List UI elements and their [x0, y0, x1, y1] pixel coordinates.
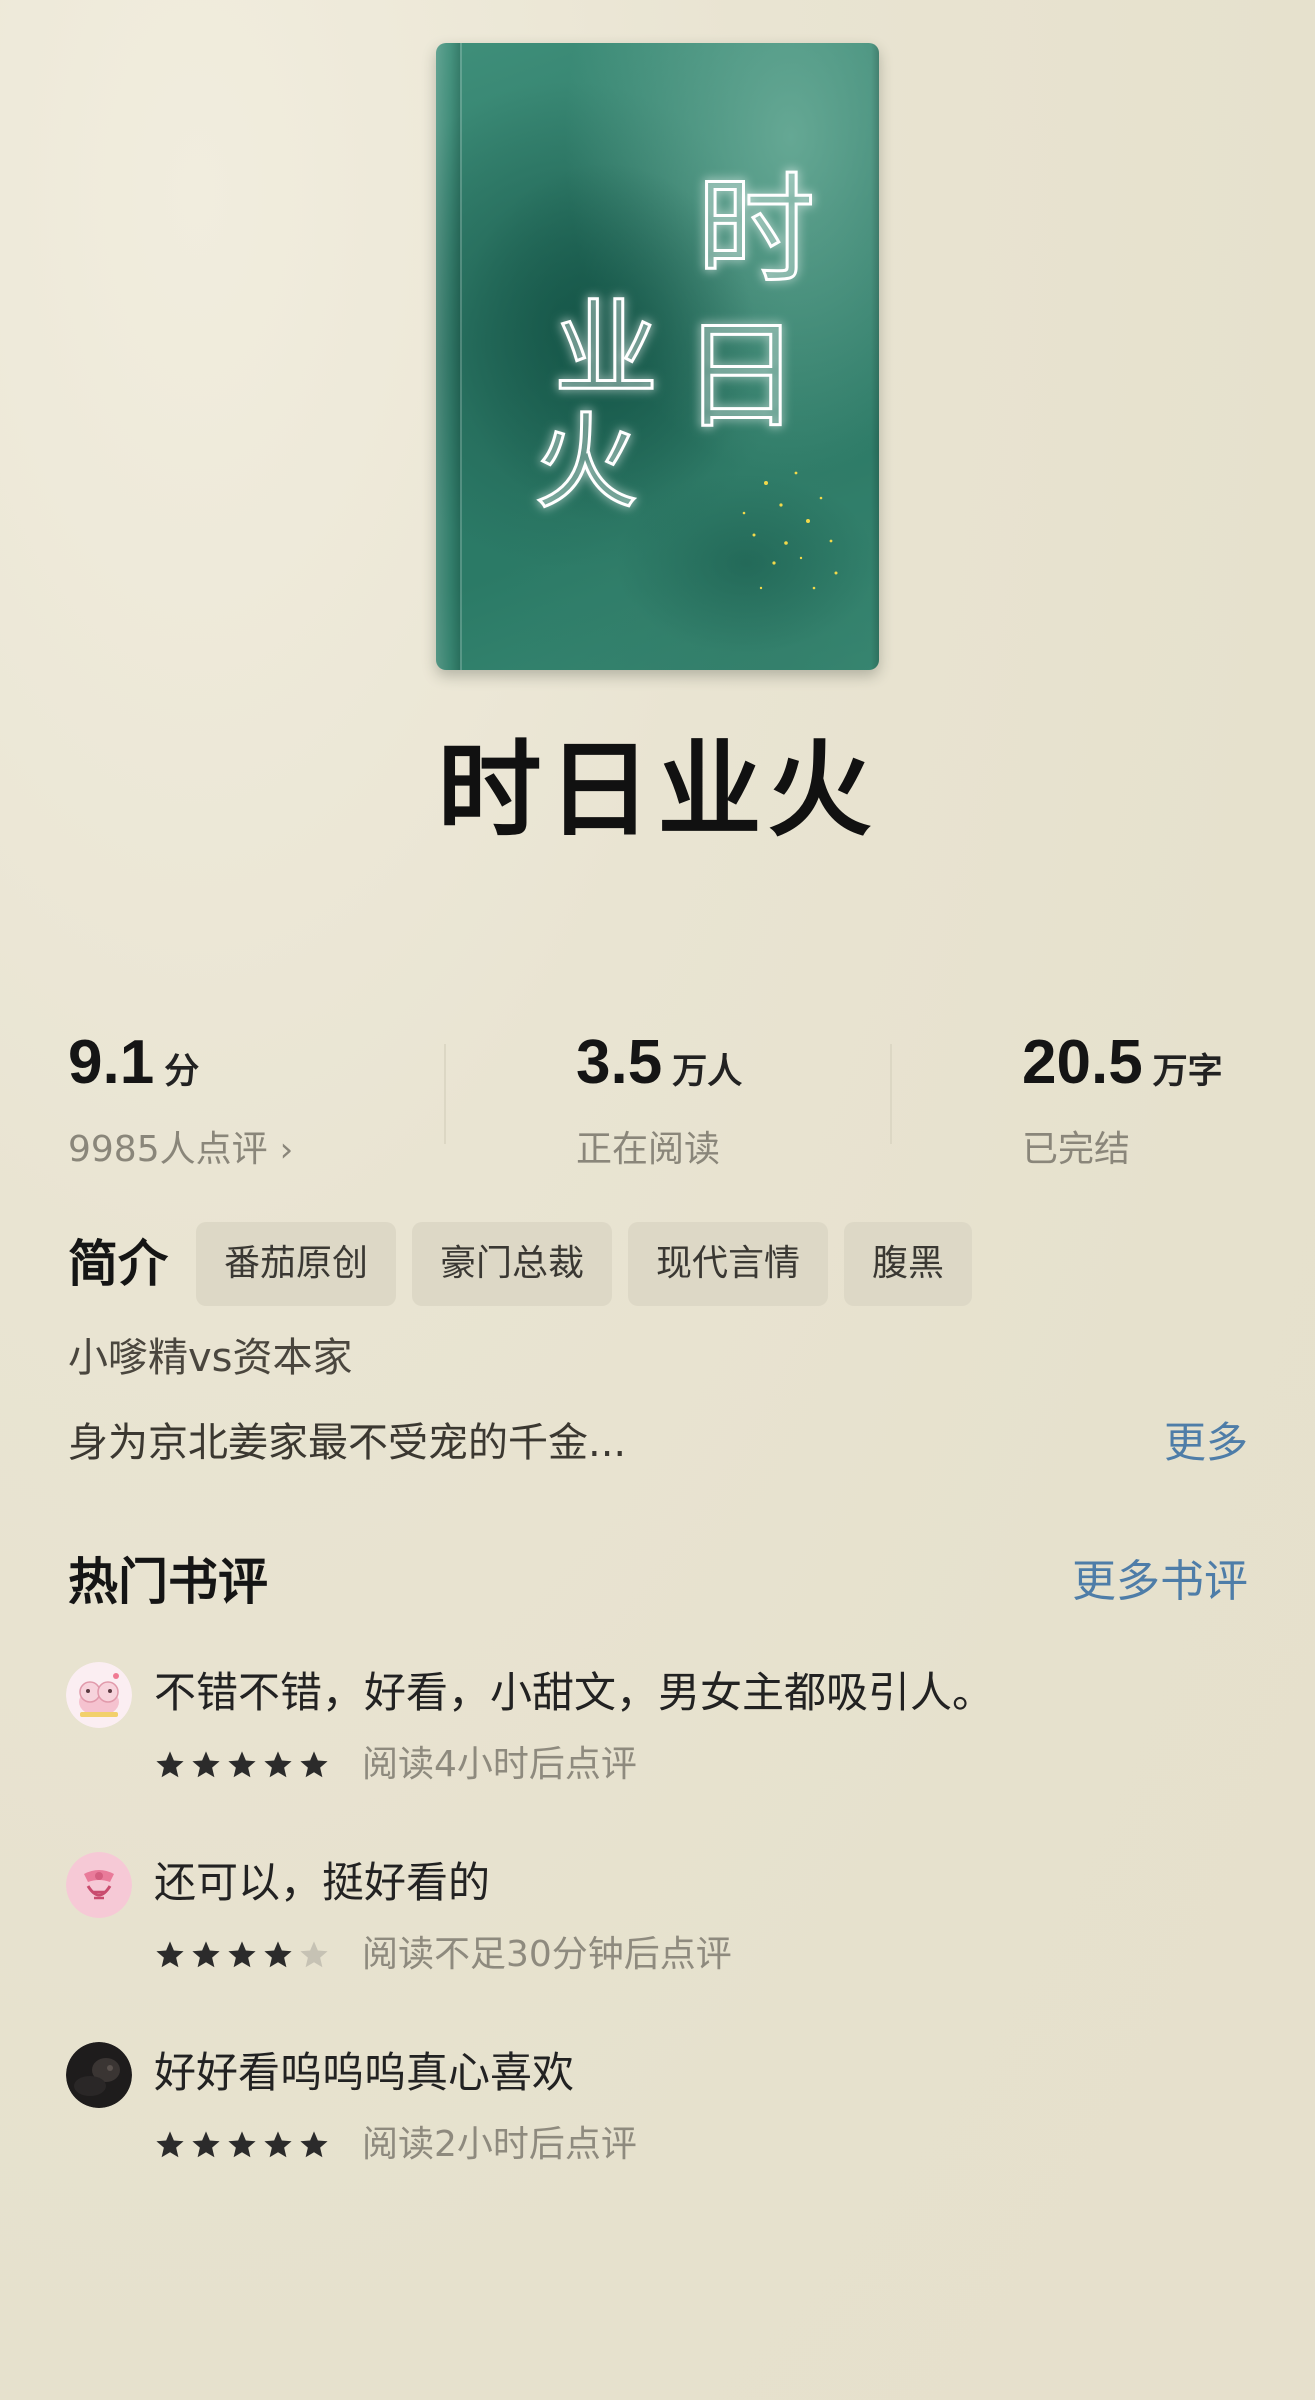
review-time: 阅读2小时后点评: [362, 2124, 637, 2165]
chevron-right-icon: ›: [279, 1130, 294, 1170]
star-filled-icon: [156, 1941, 184, 1968]
rating-stars: [154, 2129, 334, 2161]
book-detail-page: 时 日 业 火 时日业火 9.1分 9985人点评 › 3.5万人 正在阅读: [0, 0, 1315, 2400]
review-meta: 阅读不足30分钟后点评: [154, 1932, 732, 1978]
tag-chip[interactable]: 番茄原创: [196, 1222, 397, 1306]
readers-label: 正在阅读: [576, 1129, 721, 1170]
star-filled-icon: [264, 1941, 292, 1968]
stats-bar: 9.1 分 9985人点评 › 3.5 万人 正在阅读 20.5 万字 已完结: [68, 1022, 1248, 1174]
star-filled-icon: [228, 1941, 256, 1968]
pink-bow-avatar-icon: [66, 1852, 132, 1918]
cover-glyph: 日: [682, 307, 800, 445]
star-filled-icon: [192, 2131, 220, 2158]
stats-divider: [890, 1044, 892, 1144]
pink-cartoon-avatar-icon: [66, 1662, 132, 1728]
star-filled-icon: [264, 2131, 292, 2158]
tag-chip[interactable]: 腹黑: [844, 1222, 973, 1306]
intro-tagline: 小嗲精vs资本家: [68, 1335, 353, 1381]
more-reviews-link[interactable]: 更多书评: [1072, 1552, 1248, 1612]
readers-value-line: 3.5 万人: [576, 1022, 742, 1113]
star-filled-icon: [264, 1751, 292, 1778]
avatar[interactable]: [66, 1662, 132, 1728]
review-meta: 阅读2小时后点评: [154, 2122, 637, 2168]
review-time: 阅读不足30分钟后点评: [362, 1934, 732, 1975]
rating-stat[interactable]: 9.1 分 9985人点评 ›: [68, 1022, 293, 1174]
hot-reviews-title: 热门书评: [68, 1553, 268, 1611]
intro-more-link[interactable]: 更多: [1164, 1415, 1248, 1471]
review-text: 还可以，挺好看的: [154, 1858, 491, 1907]
rating-value: 9.1: [68, 1028, 155, 1097]
cover-glyph: 业: [554, 288, 658, 410]
cover-glyph: 火: [534, 401, 638, 523]
rating-stars: [154, 1749, 334, 1781]
review-meta: 阅读4小时后点评: [154, 1742, 637, 1788]
rating-count: 9985人点评: [68, 1129, 268, 1170]
star-empty-icon: [300, 1941, 328, 1968]
review-text: 好好看呜呜呜真心喜欢: [154, 2048, 575, 2097]
status-label: 已完结: [1022, 1129, 1131, 1170]
intro-label: 简介: [68, 1235, 168, 1293]
star-filled-icon: [300, 2131, 328, 2158]
star-filled-icon: [228, 1751, 256, 1778]
tag-chip[interactable]: 豪门总裁: [412, 1222, 613, 1306]
star-filled-icon: [156, 2131, 184, 2158]
intro-synopsis[interactable]: 身为京北姜家最不受宠的千金...: [68, 1415, 626, 1471]
rating-count-line: 9985人点评 ›: [68, 1127, 293, 1173]
tag-chip[interactable]: 现代言情: [628, 1222, 829, 1306]
cover-glyph: 时: [697, 161, 815, 299]
length-value-line: 20.5 万字: [1022, 1022, 1223, 1113]
readers-unit: 万人: [672, 1052, 743, 1091]
length-stat: 20.5 万字 已完结: [1022, 1022, 1223, 1174]
review-item[interactable]: 好好看呜呜呜真心喜欢 阅读2小时后点评: [66, 2042, 1246, 2172]
rating-stars: [154, 1939, 334, 1971]
star-filled-icon: [192, 1751, 220, 1778]
stats-divider: [444, 1044, 446, 1144]
star-filled-icon: [228, 2131, 256, 2158]
book-title: 时日业火: [437, 729, 878, 851]
avatar[interactable]: [66, 1852, 132, 1918]
length-unit: 万字: [1152, 1052, 1223, 1091]
readers-value: 3.5: [576, 1028, 663, 1097]
intro-header: 简介 番茄原创 豪门总裁 现代言情 腹黑: [68, 1222, 988, 1306]
star-filled-icon: [192, 1941, 220, 1968]
rating-value-line: 9.1 分: [68, 1022, 293, 1113]
star-filled-icon: [300, 1751, 328, 1778]
star-filled-icon: [156, 1751, 184, 1778]
rating-unit: 分: [164, 1052, 200, 1091]
dark-photo-avatar-icon: [66, 2042, 132, 2108]
length-value: 20.5: [1022, 1028, 1143, 1097]
review-item[interactable]: 不错不错，好看，小甜文，男女主都吸引人。 阅读4小时后点评: [66, 1662, 1246, 1792]
cover-title-art: 时 日 业 火: [456, 160, 876, 653]
review-item[interactable]: 还可以，挺好看的 阅读不足30分钟后点评: [66, 1852, 1246, 1982]
review-text: 不错不错，好看，小甜文，男女主都吸引人。: [154, 1668, 995, 1717]
review-time: 阅读4小时后点评: [362, 1744, 637, 1785]
readers-stat: 3.5 万人 正在阅读: [576, 1022, 742, 1174]
avatar[interactable]: [66, 2042, 132, 2108]
book-cover[interactable]: 时 日 业 火: [436, 43, 879, 670]
